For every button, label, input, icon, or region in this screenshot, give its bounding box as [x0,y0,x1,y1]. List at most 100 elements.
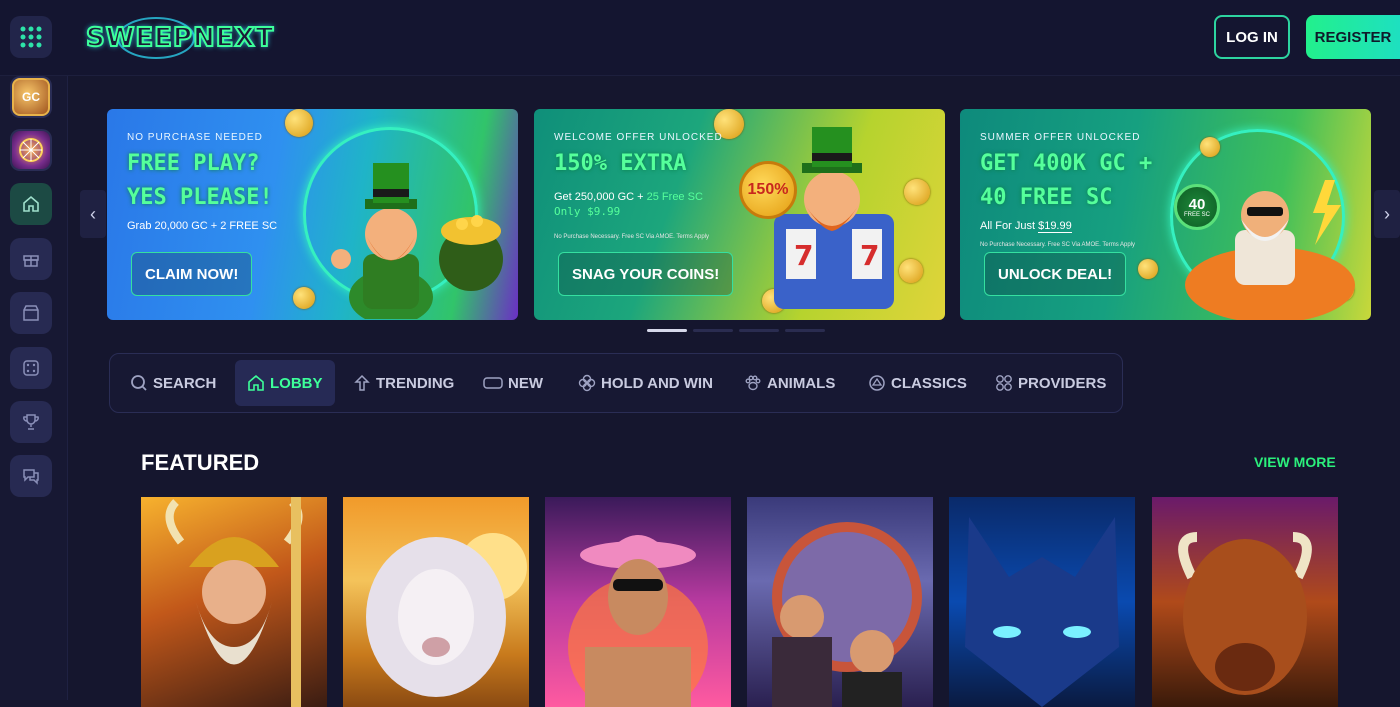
banner-kicker: WELCOME OFFER UNLOCKED [554,132,723,143]
sidebar-item-chat[interactable] [10,455,52,497]
badge-text: FREE SC [1183,211,1210,218]
sidebar-item-trophy[interactable] [10,401,52,443]
search-icon [131,375,147,391]
gangsters-art [772,522,922,707]
carousel-dot-3[interactable] [739,329,779,332]
login-button[interactable]: LOG IN [1214,15,1290,59]
banner-offer: Get 250,000 GC + 25 Free SC [554,191,703,203]
banner-kicker: SUMMER OFFER UNLOCKED [980,132,1141,143]
grid-menu-icon[interactable] [10,16,52,58]
category-lobby[interactable]: LOBBY [235,360,335,406]
sidebar-wheel[interactable] [10,129,52,171]
game-card-viking[interactable] [141,497,327,707]
register-button[interactable]: REGISTER [1306,15,1400,59]
game-card-gangsters[interactable] [747,497,933,707]
gc-coin-icon: GC [12,78,50,116]
carousel-next-button[interactable]: › [1374,190,1400,238]
snag-your-coins-button[interactable]: SNAG YOUR COINS! [558,252,734,296]
category-label: TRENDING [376,374,455,392]
game-card-lion[interactable] [343,497,529,707]
banner-title-line1: 150% EXTRA [554,151,687,176]
home-icon [248,374,264,391]
category-label: ANIMALS [767,374,836,392]
featured-heading: FEATURED [141,450,260,475]
carousel-prev-button[interactable]: ‹ [80,190,106,238]
category-label: NEW [508,374,543,392]
banner-title-line1: FREE PLAY? [127,151,260,176]
offer-highlight: 25 Free SC [646,191,703,203]
category-bar: SEARCH LOBBY TRENDING NEW HOLD AND WIN A… [109,353,1123,413]
category-animals[interactable]: ANIMALS [744,360,835,406]
banner-offer: All For Just $19.99 [980,220,1072,233]
sidebar-item-dice[interactable] [10,347,52,389]
sidebar-item-gift[interactable] [10,238,52,280]
trophy-icon [23,414,39,430]
trending-icon [354,374,370,391]
sidebar-item-store[interactable] [10,292,52,334]
sidebar: GC [0,76,68,700]
blue-wolf-art [965,517,1119,707]
providers-icon [996,375,1012,391]
top-bar: SWEEPNEXT LOG IN REGISTER [0,0,1400,76]
svg-text:7: 7 [860,239,879,272]
banner-title-line2: YES PLEASE! [127,185,273,210]
unlock-deal-button[interactable]: UNLOCK DEAL! [984,252,1127,296]
svg-text:7: 7 [794,239,813,272]
gift-icon [23,255,39,267]
category-label: LOBBY [270,374,323,392]
category-label: HOLD AND WIN [601,374,713,392]
promo-banner-summer[interactable]: 40 FREE SC SUMMER OFFER UNLOCKED GET 400… [960,109,1371,320]
carousel-indicators [647,329,825,332]
view-more-link[interactable]: VIEW MORE [1254,454,1336,470]
offer-prefix: All For Just [980,220,1039,232]
category-trending[interactable]: TRENDING [353,360,454,406]
store-icon [23,305,39,321]
banner-fine-print: No Purchase Necessary. Free SC Via AMOE.… [554,234,710,240]
sidebar-gc-coins[interactable]: GC [10,76,52,118]
game-card-wolf[interactable] [949,497,1135,707]
logo-text: SWEEPNEXT [85,22,275,54]
claim-now-button[interactable]: CLAIM NOW! [131,252,253,296]
chat-icon [23,469,39,485]
clover-icon [578,374,596,392]
game-card-buffalo[interactable] [1152,497,1338,707]
40-free-sc-badge: 40 FREE SC [1174,184,1220,230]
banner-price: Only $9.99 [554,205,621,218]
sweepnext-logo[interactable]: SWEEPNEXT [85,14,275,62]
leprechaun-illustration [331,163,503,319]
banner-subtitle: Grab 20,000 GC + 2 FREE SC [127,220,278,232]
category-hold-and-win[interactable]: HOLD AND WIN [578,360,713,406]
offer-price: $19.99 [1038,220,1072,233]
banner-title-line2: 40 FREE SC [980,185,1113,210]
category-search[interactable]: SEARCH [130,360,216,406]
category-label: SEARCH [153,374,217,392]
category-classics[interactable]: CLASSICS [868,360,967,406]
dice-icon [23,360,39,376]
150-percent-badge: 150% [739,161,797,219]
promo-banner-free-play[interactable]: NO PURCHASE NEEDED FREE PLAY? YES PLEASE… [107,109,518,320]
classics-icon [869,375,885,391]
carousel-dot-4[interactable] [785,329,825,332]
wheel-icon [12,131,50,169]
chevron-right-icon: › [1384,203,1390,224]
banner-title-line1: GET 400K GC + [980,151,1153,176]
banner-fine-print: No Purchase Necessary. Free SC Via AMOE.… [980,242,1136,248]
category-new[interactable]: NEW [483,360,543,406]
carousel-dot-2[interactable] [693,329,733,332]
category-label: CLASSICS [891,374,967,392]
leprechaun-slot-illustration: 7 7 [774,127,894,309]
paw-icon [745,375,761,391]
sidebar-item-home[interactable] [10,183,52,225]
banner-kicker: NO PURCHASE NEEDED [127,132,263,143]
category-label: PROVIDERS [1018,374,1107,392]
white-lion-art [366,533,527,697]
carousel-dot-1[interactable] [647,329,687,332]
beach-woman-art [568,535,708,707]
home-icon [23,195,39,212]
game-card-beach[interactable] [545,497,731,707]
offer-prefix: Get 250,000 GC + [554,191,647,203]
category-providers[interactable]: PROVIDERS [995,360,1106,406]
buffalo-art [1178,532,1312,695]
promo-banner-welcome[interactable]: 7 7 150% WELCOME OFFER UNLOCKED 150% EXT… [534,109,945,320]
viking-warrior-art [165,497,303,707]
